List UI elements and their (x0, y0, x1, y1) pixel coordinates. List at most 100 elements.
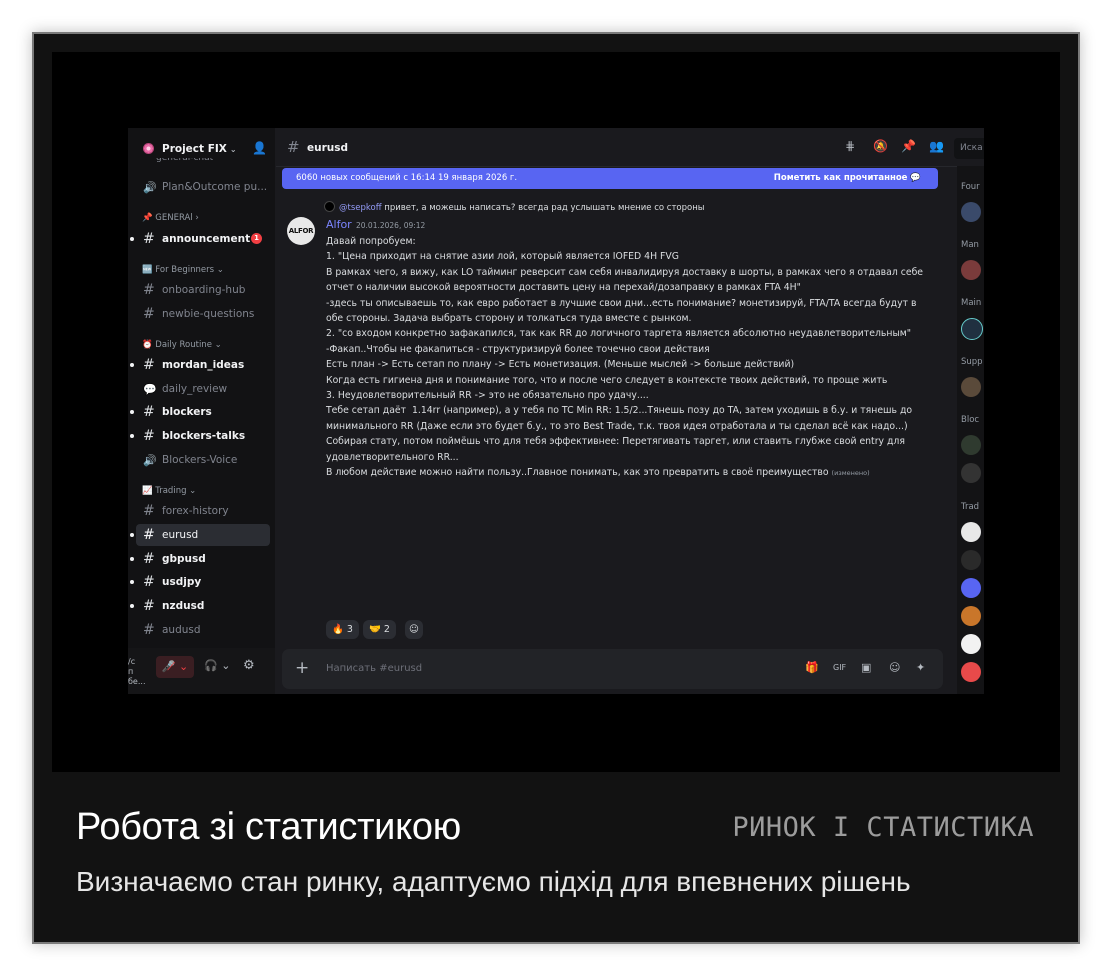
server-name[interactable]: Project FIX ⌄ (162, 143, 237, 155)
gif-icon[interactable]: GIF (833, 663, 846, 672)
mark-read-button[interactable]: Пометить как прочитанное 💬 (774, 173, 921, 183)
slide-title: Робота зі статистикою (76, 806, 461, 848)
member-avatar[interactable] (961, 662, 981, 682)
channel-label: audusd (162, 624, 201, 636)
mark-read-label: Пометить как прочитанное (773, 173, 908, 183)
unread-dot (130, 237, 134, 241)
avatar[interactable]: ALFOR (287, 217, 315, 245)
sidebar-item-newbie-questions[interactable]: # newbie-questions (136, 303, 270, 325)
mention-badge: 1 (251, 233, 262, 244)
handshake-icon: 🤝 (369, 624, 381, 635)
chevron-down-icon: ⌄ (229, 145, 237, 154)
user-name: /c (128, 657, 136, 666)
message-line: Когда есть гигиена дня и понимание того,… (326, 374, 888, 386)
message-line: 2. "со входом конкретно зафакапился, так… (326, 328, 912, 340)
member-avatar[interactable] (961, 522, 981, 542)
mark-read-icon: 💬 (910, 173, 921, 183)
message-author[interactable]: Alfor (326, 218, 352, 231)
category-label: 📌 GENERAl (142, 213, 193, 223)
hash-icon: # (287, 138, 300, 156)
channel-label: usdjpy (162, 576, 202, 588)
member-avatar[interactable] (961, 202, 981, 222)
message-line: 1. "Цена приходит на снятие азии лой, ко… (326, 251, 679, 263)
member-avatar[interactable] (961, 606, 981, 626)
user-panel: /c п бе... 🎤̸ ⌄ 🎧 ⌄ ⚙ (128, 648, 275, 694)
plus-icon[interactable]: + (295, 658, 309, 678)
channel-label: nzdusd (162, 600, 205, 612)
hash-icon: # (143, 428, 155, 444)
sidebar-item-blockers[interactable]: # blockers (130, 401, 270, 423)
message-line: отчет о наличии высокой вероятности дост… (326, 282, 801, 294)
sticker-icon[interactable]: ▣ (861, 661, 871, 674)
threads-icon[interactable]: ⋕ (845, 139, 855, 153)
sidebar-item-eurusd[interactable]: # eurusd (130, 524, 270, 546)
gear-icon[interactable]: ⚙ (243, 658, 255, 673)
sidebar-item-onboarding-hub[interactable]: # onboarding-hub (136, 279, 270, 301)
search-input[interactable]: Иска (954, 138, 984, 159)
member-avatar[interactable] (961, 634, 981, 654)
channel-label: eurusd (162, 529, 199, 541)
hash-icon: # (143, 503, 155, 519)
category-label: 📈 Trading (142, 486, 187, 496)
voice-icon: 🔊 (143, 454, 157, 467)
unread-dot (130, 580, 134, 584)
sidebar-item-announcement[interactable]: # announcement 1 (130, 228, 270, 250)
hash-icon: # (143, 551, 155, 567)
sidebar-item-nzdusd[interactable]: # nzdusd (130, 595, 270, 617)
hash-icon: # (143, 527, 155, 543)
member-list-icon[interactable]: 👥 (929, 139, 944, 153)
reply-mention[interactable]: @tsepkoff (339, 203, 382, 213)
sidebar-item-audusd[interactable]: # audusd (136, 619, 270, 641)
channel-label: announcement (162, 233, 251, 245)
sidebar-item-daily-review[interactable]: 💬 daily_review (136, 378, 270, 400)
add-reaction-button[interactable]: ☺ (405, 620, 423, 639)
member-avatar[interactable] (961, 463, 981, 483)
member-avatar[interactable] (961, 550, 981, 570)
sidebar-item-plan-outcome[interactable]: 🔊 Plan&Outcome pu... (136, 176, 270, 198)
sidebar-item-gbpusd[interactable]: # gbpusd (130, 548, 270, 570)
message-line: минимального RR (Даже если это будет б.у… (326, 420, 908, 432)
member-avatar[interactable] (961, 318, 983, 340)
apps-icon[interactable]: ✦ (916, 661, 925, 674)
message-composer: + Написать #eurusd 🎁 GIF ▣ ☺ ✦ (282, 649, 943, 689)
user-status[interactable]: /c п бе... (128, 657, 150, 687)
member-avatar[interactable] (961, 260, 981, 280)
notification-bell-icon[interactable]: 🔕 (873, 139, 888, 153)
emoji-icon[interactable]: ☺ (889, 661, 900, 674)
category-for-beginners[interactable]: 🆕 For Beginners ⌄ (142, 265, 224, 275)
new-messages-bar[interactable]: 6060 новых сообщений с 16:14 19 января 2… (282, 168, 938, 189)
category-daily-routine[interactable]: ⏰ Daily Routine ⌄ (142, 340, 222, 350)
discord-window: Project FIX ⌄ 👤 general-chat 🔊 Plan&Outco… (128, 128, 984, 694)
invite-people-icon[interactable]: 👤 (252, 141, 267, 155)
member-avatar[interactable] (961, 377, 981, 397)
gift-icon[interactable]: 🎁 (805, 661, 819, 674)
sidebar-item-blockers-voice[interactable]: 🔊 Blockers-Voice (136, 449, 270, 471)
channel-label: Plan&Outcome pu... (162, 181, 268, 193)
hash-icon: # (143, 574, 155, 590)
message-line: Давай попробуем: (326, 236, 416, 247)
clipped-channel: general-chat (156, 158, 214, 163)
reply-text: привет, а можешь написать? всегда рад ус… (384, 203, 705, 213)
new-messages-text: 6060 новых сообщений с 16:14 19 января 2… (296, 173, 518, 183)
reply-reference[interactable]: @tsepkoff привет, а можешь написать? все… (324, 201, 704, 213)
member-avatar[interactable] (961, 435, 981, 455)
reaction-fire[interactable]: 🔥 3 (326, 620, 359, 639)
reaction-handshake[interactable]: 🤝 2 (363, 620, 396, 639)
hash-icon: # (143, 282, 155, 298)
headphones-icon[interactable]: 🎧 ⌄ (204, 659, 230, 672)
mute-microphone-button[interactable]: 🎤̸ ⌄ (156, 656, 194, 678)
sidebar-item-forex-history[interactable]: # forex-history (136, 500, 270, 522)
member-group-label: Trad (961, 502, 980, 512)
message-line: -Факап..Чтобы не факапиться - структуриз… (326, 343, 710, 355)
pin-icon[interactable]: 📌 (901, 139, 916, 153)
message-input[interactable]: Написать #eurusd (326, 663, 422, 674)
sidebar-item-mordan-ideas[interactable]: # mordan_ideas (130, 354, 270, 376)
member-group-label: Supp (961, 357, 983, 367)
sidebar-item-blockers-talks[interactable]: # blockers-talks (130, 425, 270, 447)
hash-icon: # (143, 622, 155, 638)
sidebar-item-usdjpy[interactable]: # usdjpy (130, 571, 270, 593)
member-avatar[interactable] (961, 578, 981, 598)
category-general[interactable]: 📌 GENERAl › (142, 213, 199, 223)
channel-label: newbie-questions (162, 308, 255, 320)
category-trading[interactable]: 📈 Trading ⌄ (142, 486, 196, 496)
